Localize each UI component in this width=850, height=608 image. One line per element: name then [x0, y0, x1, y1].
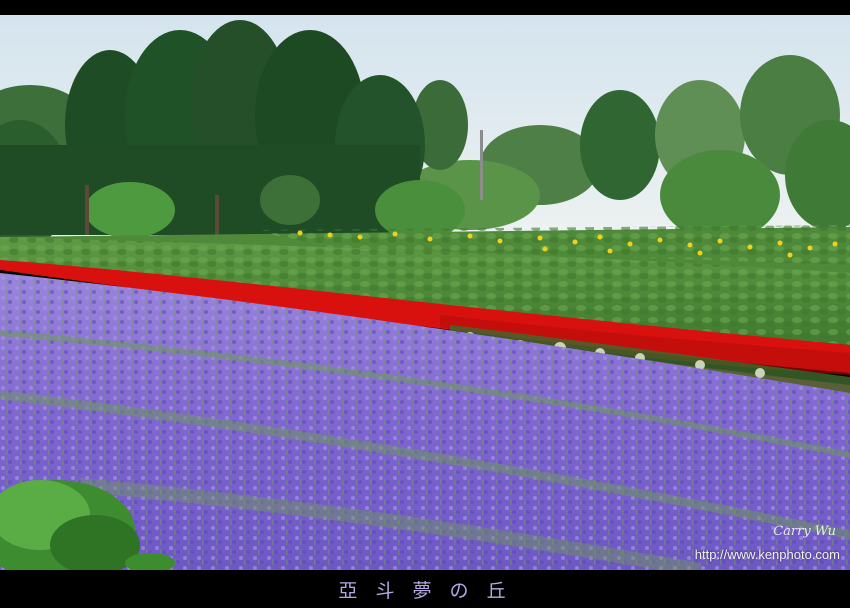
flower-field-scene [0, 15, 850, 570]
top-frame-border [0, 0, 850, 15]
watermark-url: http://www.kenphoto.com [694, 547, 840, 562]
photo-caption: 亞 斗 夢 の 丘 [338, 580, 512, 602]
landscape-photo [0, 15, 850, 570]
photographer-signature: Carry Wu [773, 524, 836, 539]
